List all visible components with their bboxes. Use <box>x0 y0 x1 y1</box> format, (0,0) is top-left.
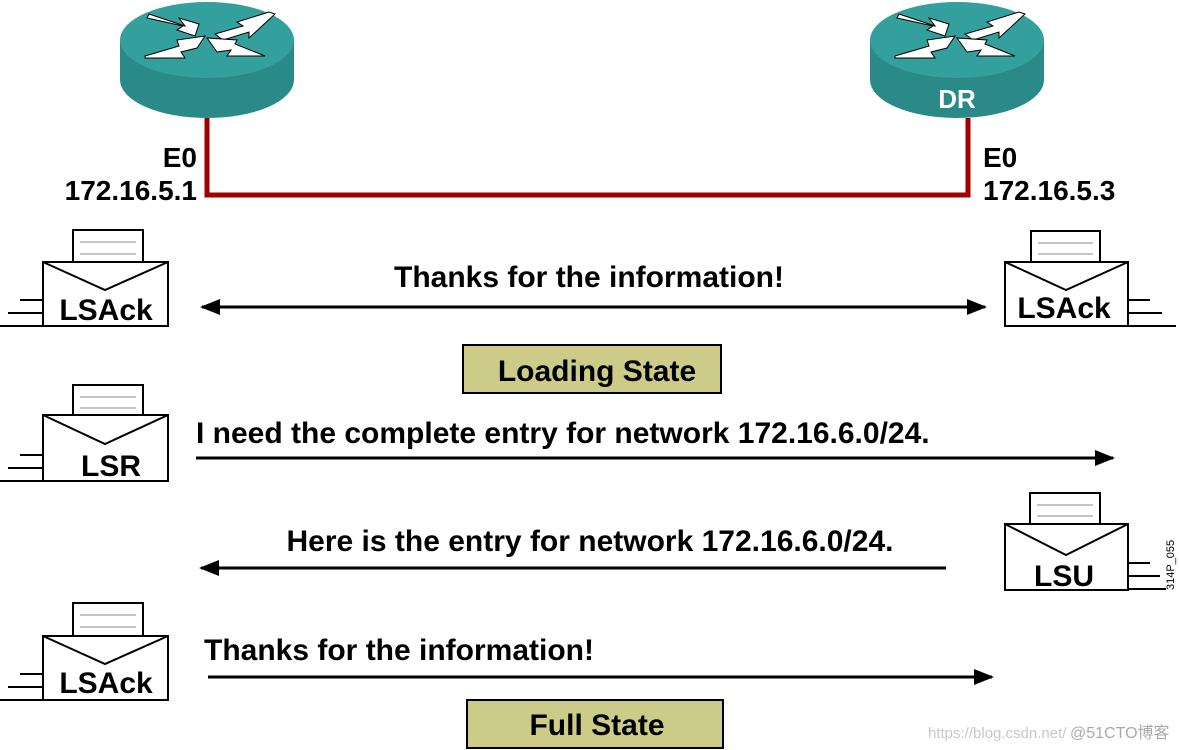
router-dr-label: DR <box>938 84 976 114</box>
watermark-brand: @51CTO博客 <box>1070 724 1170 742</box>
router-left-icon <box>119 1 295 119</box>
message-thanks-1: Thanks for the information! <box>394 261 784 294</box>
full-state-label: Full State <box>529 709 664 742</box>
right-interface: E0 <box>983 142 1017 173</box>
right-ip: 172.16.5.3 <box>983 175 1115 206</box>
watermark-url: https://blog.csdn.net/ <box>928 725 1067 742</box>
message-request: I need the complete entry for network 17… <box>196 417 930 450</box>
left-interface: E0 <box>163 142 197 173</box>
ospf-exchange-diagram: DR E0 172.16.5.1 E0 172.16.5.3 LSAck LSA… <box>0 1 1177 749</box>
message-reply: Here is the entry for network 172.16.6.0… <box>287 525 894 558</box>
lsack-bottom-label: LSAck <box>59 667 153 700</box>
message-thanks-2: Thanks for the information! <box>204 634 594 667</box>
lsr-label: LSR <box>81 450 141 483</box>
left-ip: 172.16.5.1 <box>65 175 197 206</box>
loading-state-label: Loading State <box>498 355 696 388</box>
ethernet-link <box>204 118 971 198</box>
lsack-right-label: LSAck <box>1017 292 1111 325</box>
lsack-left-label: LSAck <box>59 294 153 327</box>
figure-id: 314P_055 <box>1165 540 1177 590</box>
lsu-label: LSU <box>1034 560 1094 593</box>
